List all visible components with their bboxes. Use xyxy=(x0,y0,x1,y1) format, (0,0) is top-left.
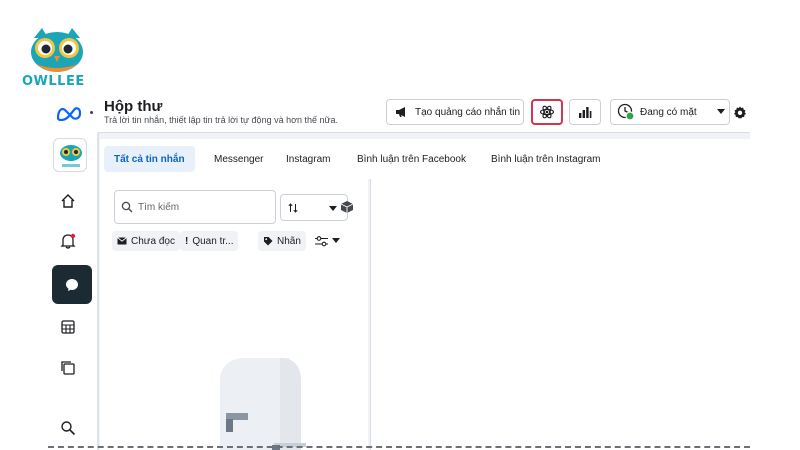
megaphone-icon xyxy=(396,107,405,117)
search-icon[interactable] xyxy=(56,416,80,440)
sort-dropdown[interactable] xyxy=(280,194,348,221)
tab-instagram-comments[interactable]: Bình luận trên Instagram xyxy=(491,146,601,172)
tab-all-messages[interactable]: Tất cả tin nhắn xyxy=(104,146,195,172)
left-rail xyxy=(48,93,98,450)
owl-avatar-icon xyxy=(60,145,82,167)
home-icon[interactable] xyxy=(56,189,80,213)
filter-unread-chip[interactable]: Chưa đọc xyxy=(112,231,180,251)
filter-unread-label: Chưa đọc xyxy=(131,235,175,247)
envelope-icon xyxy=(117,237,127,245)
cube-icon[interactable] xyxy=(340,200,354,214)
search-input[interactable]: Tìm kiếm xyxy=(114,190,276,224)
table-icon[interactable] xyxy=(56,315,80,339)
ai-assistant-button[interactable] xyxy=(531,99,563,125)
gear-icon[interactable] xyxy=(732,105,748,121)
search-icon xyxy=(121,201,133,213)
chevron-down-icon xyxy=(332,238,340,243)
availability-label: Đang có mặt xyxy=(640,106,697,118)
filter-labels-label: Nhãn xyxy=(277,235,301,247)
filter-labels-chip[interactable]: Nhãn xyxy=(258,231,306,251)
inbox-tabs: Tất cả tin nhắn Messenger Instagram Bình… xyxy=(100,139,750,179)
app-window: Hộp thư Trả lời tin nhắn, thiết lập tin … xyxy=(48,93,750,450)
atom-icon xyxy=(539,105,555,119)
exclamation-icon: ! xyxy=(185,235,189,247)
bottom-border xyxy=(48,446,750,448)
chevron-down-icon xyxy=(717,109,725,114)
chevron-down-icon xyxy=(329,206,337,211)
meta-menu-dot xyxy=(90,111,93,114)
meta-logo-icon[interactable] xyxy=(55,105,83,121)
logo-text: OWLLEE xyxy=(22,74,85,89)
tag-icon xyxy=(264,237,273,246)
more-filters-button[interactable] xyxy=(310,231,345,251)
page-header: Hộp thư Trả lời tin nhắn, thiết lập tin … xyxy=(98,93,750,133)
page-subtitle: Trả lời tin nhắn, thiết lập tin trả lời … xyxy=(104,115,339,125)
clock-status-icon xyxy=(617,103,635,121)
bar-chart-icon xyxy=(579,107,592,118)
insights-button[interactable] xyxy=(569,99,601,125)
create-messaging-ad-label: Tạo quảng cáo nhắn tin xyxy=(415,106,521,118)
filter-important-label: Quan tr... xyxy=(192,235,234,247)
chat-icon[interactable] xyxy=(52,265,92,304)
tab-instagram[interactable]: Instagram xyxy=(286,146,330,172)
search-placeholder: Tìm kiếm xyxy=(138,201,180,213)
create-messaging-ad-button[interactable]: Tạo quảng cáo nhắn tin xyxy=(386,99,524,125)
tab-facebook-comments[interactable]: Bình luận trên Facebook xyxy=(357,146,466,172)
conversation-detail-panel xyxy=(371,179,750,450)
sliders-icon xyxy=(315,235,328,246)
empty-mailbox-illustration xyxy=(220,358,306,450)
tab-messenger[interactable]: Messenger xyxy=(214,146,263,172)
bell-icon[interactable] xyxy=(56,229,80,253)
filter-important-chip[interactable]: ! Quan tr... xyxy=(180,231,239,251)
availability-dropdown[interactable]: Đang có mặt xyxy=(610,99,730,125)
rail-divider xyxy=(97,133,99,450)
conversation-list-panel: Tìm kiếm Chưa đọc ! Quan tr... Nhãn xyxy=(100,179,368,450)
notification-badge xyxy=(70,233,76,239)
pages-icon[interactable] xyxy=(56,356,80,380)
page-avatar[interactable] xyxy=(53,138,87,172)
page-title: Hộp thư xyxy=(104,98,163,115)
sort-arrows-icon xyxy=(288,202,298,213)
